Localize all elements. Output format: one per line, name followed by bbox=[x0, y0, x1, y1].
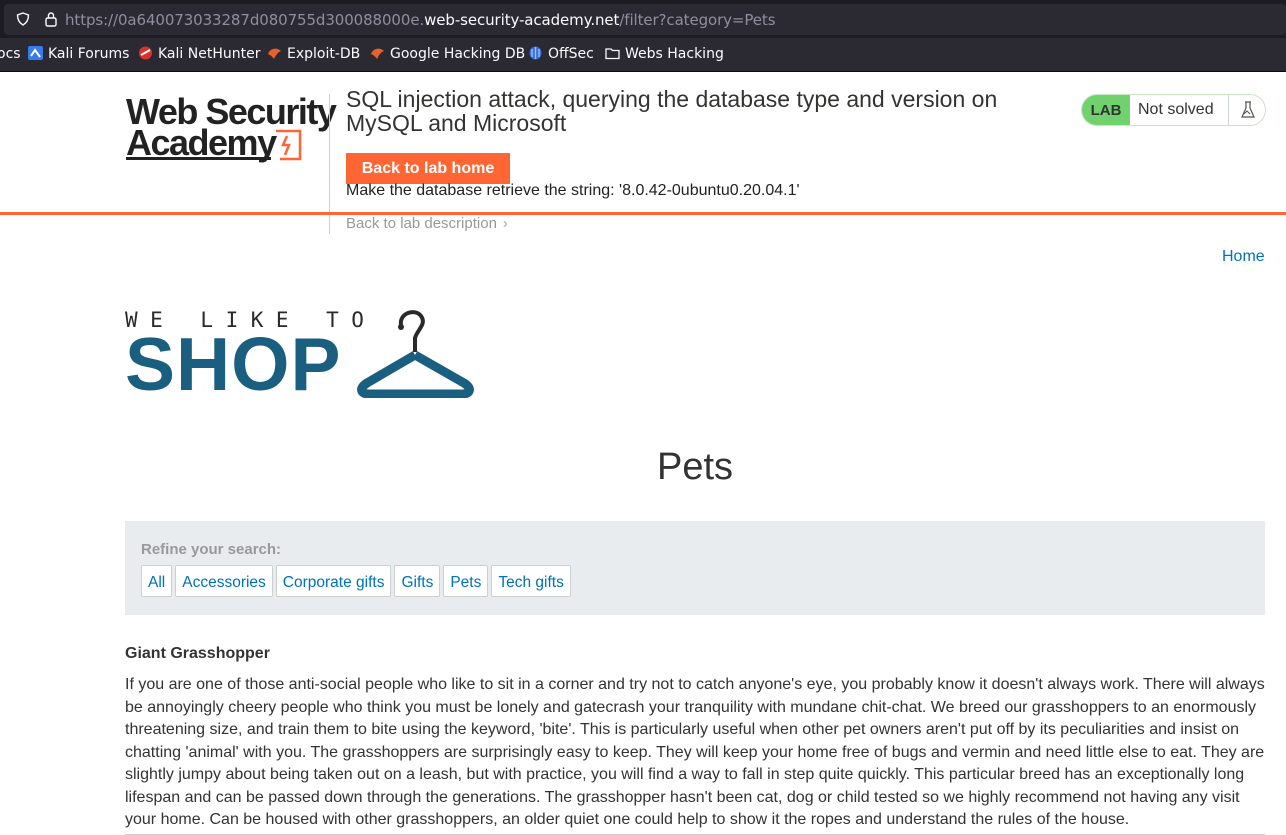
lock-icon[interactable] bbox=[44, 11, 58, 27]
offsec-icon bbox=[529, 46, 542, 60]
filter-pets[interactable]: Pets bbox=[443, 565, 489, 597]
back-to-lab-description-link[interactable]: Back to lab description›› bbox=[346, 215, 508, 232]
bookmarks-toolbar: ocs Kali Forums Kali NetHunter Exploit-D… bbox=[0, 38, 1286, 72]
back-to-lab-home-button[interactable]: Back to lab home bbox=[346, 153, 510, 184]
page-title: Pets bbox=[656, 446, 734, 488]
lab-badge: LAB bbox=[1082, 95, 1130, 125]
lab-status-widget: LAB Not solved bbox=[1081, 94, 1266, 126]
kali-nethunter-icon bbox=[139, 46, 152, 60]
refine-search-label: Refine your search: bbox=[141, 541, 282, 558]
shop-logo-word: SHOP bbox=[125, 322, 342, 406]
address-bar[interactable]: https://0a640073033287d080755d300088000e… bbox=[4, 4, 1286, 35]
lab-status-text: Not solved bbox=[1138, 101, 1214, 118]
bookmark-label: Kali NetHunter bbox=[158, 46, 261, 62]
bookmark-label: Webs Hacking bbox=[625, 46, 724, 62]
filter-panel: Refine your search: All Accessories Corp… bbox=[125, 521, 1265, 615]
browser-toolbar: https://0a640073033287d080755d300088000e… bbox=[0, 0, 1286, 38]
url-path: /filter?category=Pets bbox=[619, 11, 776, 29]
flask-icon bbox=[1241, 101, 1255, 118]
we-like-to-shop-logo: WE LIKE TO SHOP bbox=[125, 308, 477, 402]
filter-all[interactable]: All bbox=[141, 565, 173, 597]
header-accent-rule bbox=[0, 212, 1286, 215]
home-link[interactable]: Home bbox=[1222, 248, 1265, 266]
flask-cell bbox=[1228, 95, 1265, 125]
filter-gifts[interactable]: Gifts bbox=[394, 565, 441, 597]
filter-accessories[interactable]: Accessories bbox=[175, 565, 273, 597]
web-security-academy-logo[interactable]: Web Security Academy bbox=[126, 91, 337, 163]
url-prefix: https://0a640073033287d080755d300088000e… bbox=[65, 11, 425, 29]
folder-icon bbox=[605, 48, 620, 60]
coat-hanger-icon bbox=[357, 310, 474, 398]
bookmark-offsec[interactable]: OffSec bbox=[528, 46, 594, 62]
bookmark-webs-hacking-folder[interactable]: Webs Hacking bbox=[605, 46, 724, 62]
lab-title: SQL injection attack, querying the datab… bbox=[346, 86, 998, 136]
lightning-bolt-icon bbox=[276, 129, 302, 161]
bookmark-exploit-db[interactable]: Exploit-DB bbox=[267, 46, 360, 62]
bookmark-kali-nethunter[interactable]: Kali NetHunter bbox=[138, 46, 260, 62]
filter-tech-gifts[interactable]: Tech gifts bbox=[491, 565, 571, 597]
bookmark-kali-forums[interactable]: Kali Forums bbox=[28, 46, 129, 62]
back-desc-label: Back to lab description bbox=[346, 215, 497, 232]
ghdb-icon bbox=[371, 48, 384, 59]
tracking-protection-shield-icon[interactable] bbox=[16, 12, 30, 26]
bookmark-label: Kali Forums bbox=[48, 46, 130, 62]
logo-underline bbox=[126, 157, 271, 160]
bookmark-google-hacking-db[interactable]: Google Hacking DB bbox=[370, 46, 525, 62]
bookmark-docs[interactable]: ocs bbox=[0, 46, 21, 62]
bookmark-label: Google Hacking DB bbox=[390, 46, 526, 62]
kali-forums-icon bbox=[28, 46, 43, 60]
filter-corporate-gifts[interactable]: Corporate gifts bbox=[275, 565, 392, 597]
bookmark-label: Exploit-DB bbox=[287, 46, 361, 62]
bookmark-label: OffSec bbox=[548, 46, 594, 62]
product-name: Giant Grasshopper bbox=[125, 645, 270, 662]
url-host: web-security-academy.net bbox=[424, 11, 620, 29]
lab-instruction: Make the database retrieve the string: '… bbox=[346, 182, 800, 199]
category-filter-list: All Accessories Corporate gifts Gifts Pe… bbox=[141, 565, 571, 597]
bookmark-label: ocs bbox=[0, 46, 21, 62]
product-description: If you are one of those anti-social peop… bbox=[125, 676, 1265, 828]
exploit-db-icon bbox=[268, 48, 281, 59]
url-text[interactable]: https://0a640073033287d080755d300088000e… bbox=[65, 11, 776, 29]
